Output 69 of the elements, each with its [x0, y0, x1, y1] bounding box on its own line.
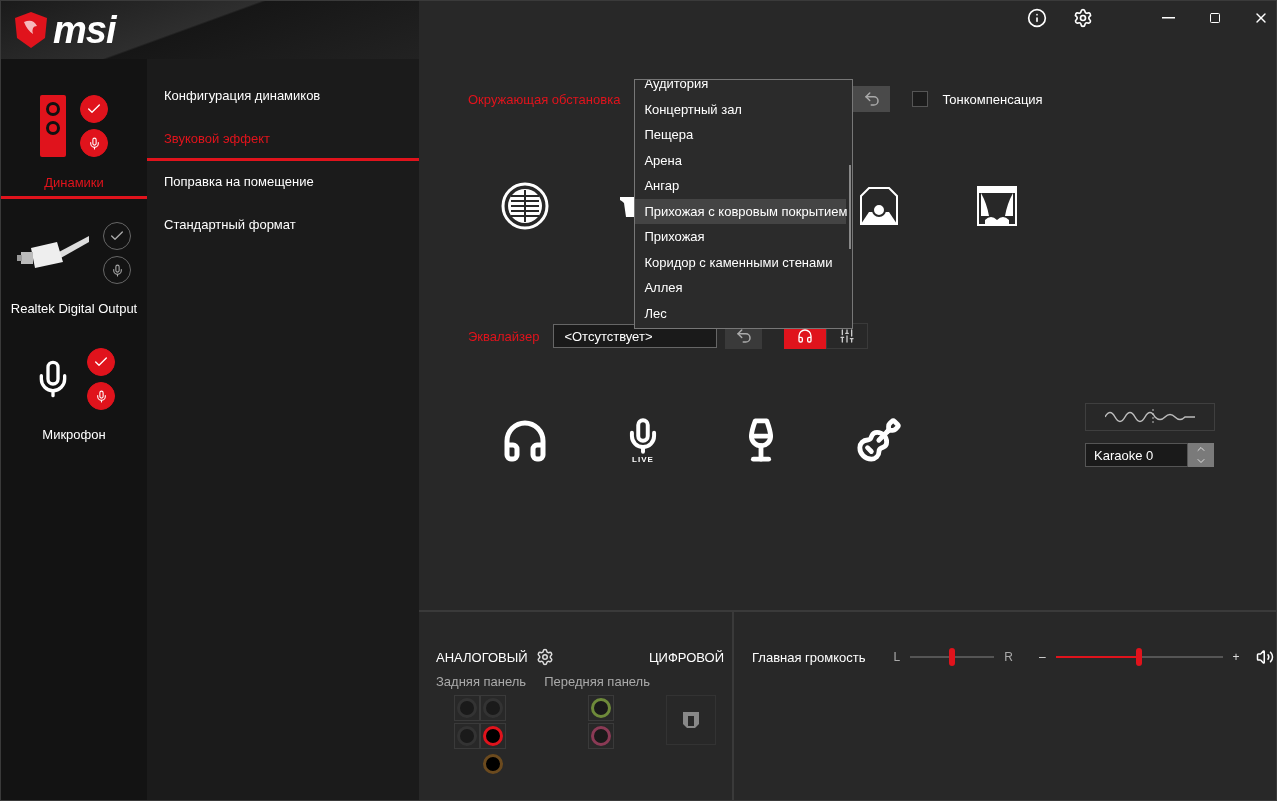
waveform-button[interactable] — [1085, 403, 1215, 431]
device-name: Realtek Digital Output — [10, 301, 138, 316]
audio-jack[interactable] — [591, 726, 611, 746]
settings-icon — [1072, 8, 1093, 28]
audio-jack[interactable] — [483, 726, 503, 746]
volume-thumb[interactable] — [1136, 648, 1143, 666]
dropdown-option[interactable]: Прихожая — [635, 224, 847, 250]
speaker-icon — [40, 95, 66, 157]
dropdown-option[interactable]: Коридор с каменными стенами — [635, 249, 847, 275]
microphone-icon — [110, 263, 124, 277]
headphones-icon — [797, 328, 814, 344]
reset-button[interactable] — [853, 86, 891, 112]
dropdown-option[interactable]: Лес — [635, 300, 847, 326]
sliders-icon — [839, 328, 856, 344]
master-volume-label: Главная громкость — [752, 649, 866, 665]
stage-box-icon — [859, 186, 899, 226]
device-item[interactable]: Динамики — [1, 89, 147, 199]
balance-left-label: L — [893, 650, 901, 664]
communication-device-badge[interactable] — [87, 382, 115, 410]
dropdown-option[interactable]: Арена — [635, 147, 847, 173]
minimize-icon — [1162, 17, 1176, 19]
device-name: Динамики — [44, 175, 104, 190]
dropdown-option[interactable]: Прихожая с ковровым покрытием — [635, 198, 847, 224]
environment-label: Окружающая обстановка — [468, 91, 621, 107]
settings-icon[interactable] — [535, 648, 554, 666]
device-item[interactable]: Realtek Digital Output — [1, 199, 147, 319]
default-device-badge[interactable] — [80, 95, 108, 123]
tab[interactable]: Поправка на помещение — [147, 161, 419, 204]
live-label: LIVE — [632, 454, 654, 464]
dropdown-option[interactable]: Концертный зал — [635, 96, 847, 122]
equalizer-label: Эквалайзер — [468, 328, 540, 344]
dropdown-option[interactable]: Аллея — [635, 275, 847, 301]
waveform-icon — [1105, 408, 1195, 426]
balance-thumb[interactable] — [949, 648, 956, 666]
digital-title: ЦИФРОВОЙ — [648, 649, 724, 665]
undo-icon — [734, 327, 753, 345]
analog-title: АНАЛОГОВЫЙ — [436, 649, 528, 665]
loudness-checkbox[interactable] — [912, 91, 929, 107]
undo-icon — [862, 90, 881, 108]
tab[interactable]: Конфигурация динамиков — [147, 75, 419, 118]
rear-panel-label: Задняя панель — [436, 674, 527, 689]
volume-minus-label: – — [1038, 650, 1046, 664]
microphone-icon — [87, 136, 101, 150]
dropdown-option[interactable]: Пещера — [635, 122, 847, 148]
globe-icon — [501, 182, 549, 230]
front-panel-label: Передняя панель — [544, 674, 650, 689]
dropdown-option[interactable]: Аудитория — [635, 80, 847, 97]
device-item[interactable]: Микрофон — [1, 325, 147, 445]
communication-device-badge[interactable] — [80, 129, 108, 157]
audio-jack[interactable] — [591, 698, 611, 718]
device-name: Микрофон — [42, 427, 106, 442]
shield-logo-icon — [15, 12, 47, 48]
balance-right-label: R — [1004, 650, 1013, 664]
tab[interactable]: Стандартный формат — [147, 204, 419, 247]
maximize-icon — [1208, 12, 1221, 24]
microphone-icon — [94, 389, 108, 403]
karaoke-field[interactable]: Karaoke 0 — [1085, 443, 1188, 467]
info-icon — [1026, 8, 1047, 28]
optical-port-icon — [681, 710, 701, 730]
volume-plus-label: + — [1232, 650, 1240, 664]
loudness-label: Тонкомпенсация — [942, 91, 1043, 107]
speaker-volume-icon[interactable] — [1255, 648, 1274, 666]
theater-stage-icon — [977, 186, 1017, 226]
dropdown-option[interactable]: Ангар — [635, 173, 847, 199]
audio-jack[interactable] — [483, 754, 503, 774]
logo-wordmark: msi — [53, 11, 116, 49]
guitar-icon — [856, 416, 902, 463]
scrollbar-thumb[interactable] — [849, 165, 852, 249]
default-device-badge[interactable] — [87, 348, 115, 376]
